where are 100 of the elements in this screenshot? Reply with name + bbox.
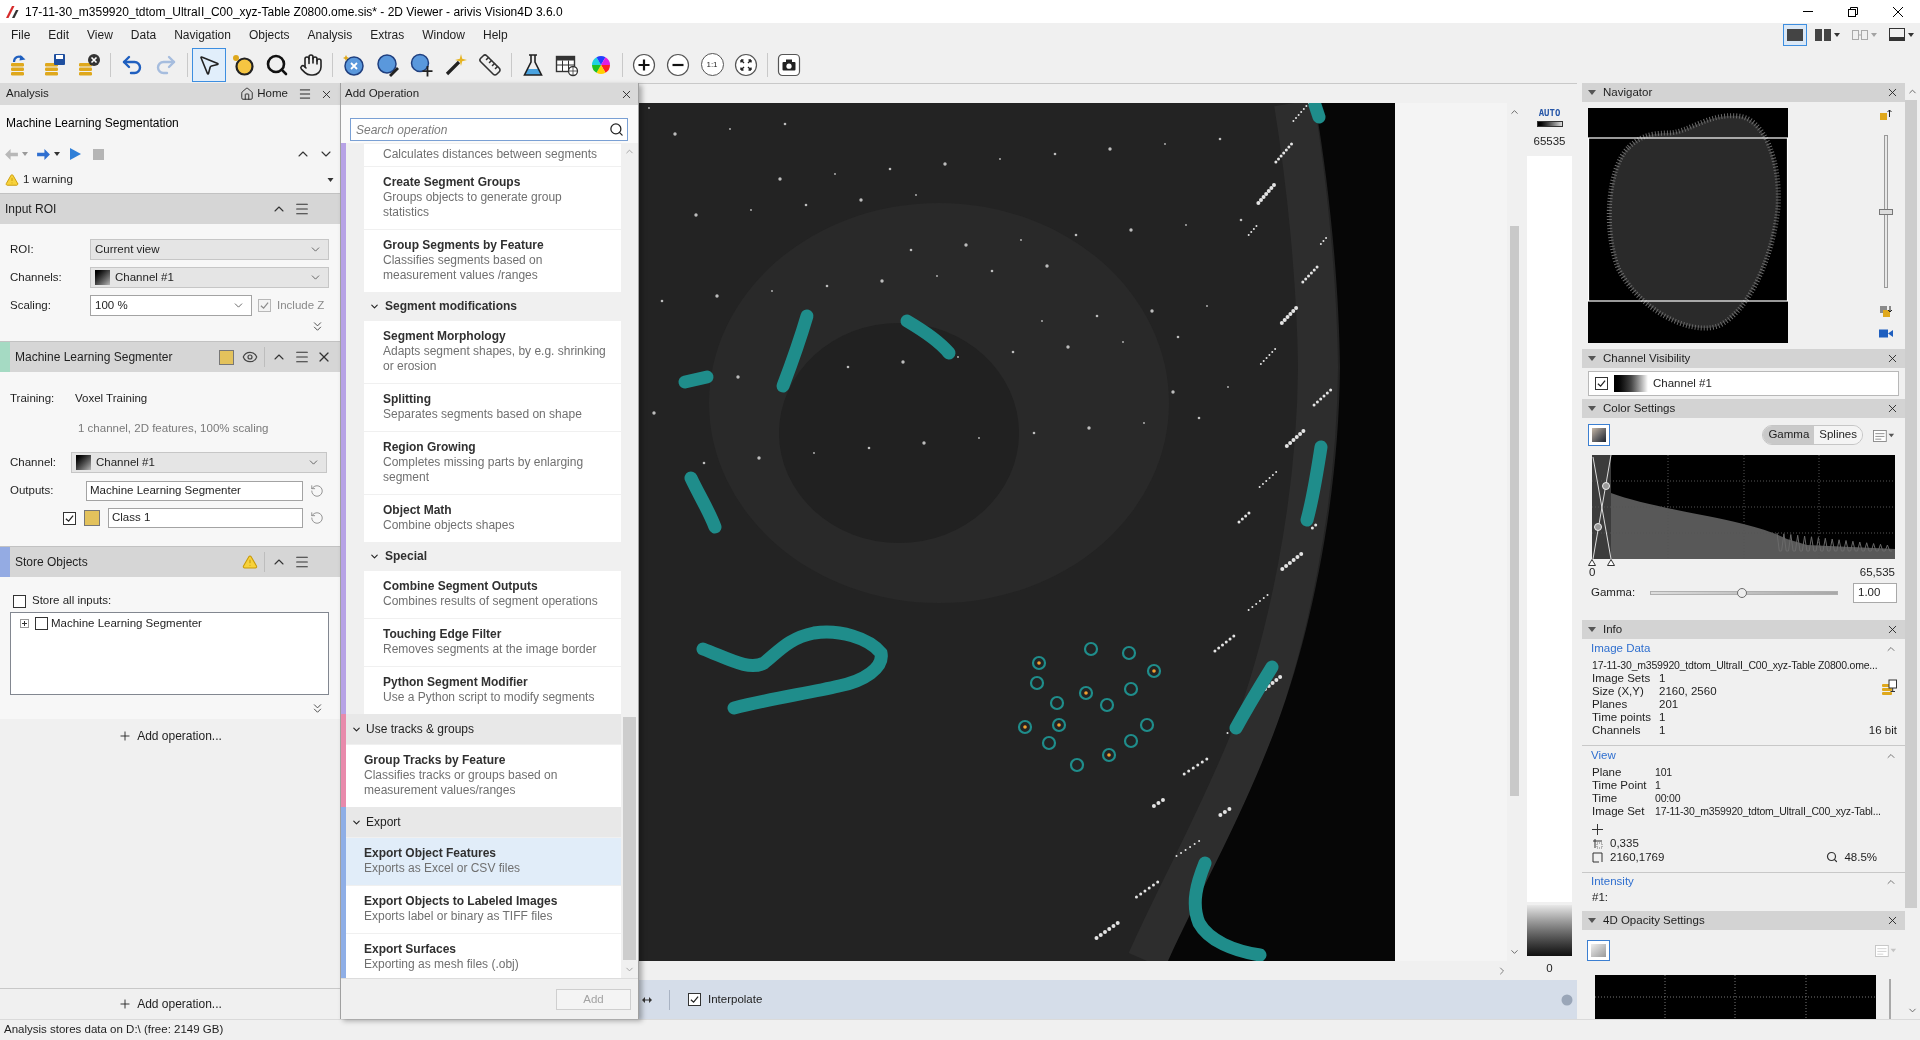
group-header[interactable]: Segment modifications [346, 292, 621, 320]
home-button[interactable]: Home [240, 85, 288, 103]
text-field[interactable]: Machine Learning Segmenter [86, 481, 303, 501]
range-marker-icon[interactable] [1588, 559, 1596, 566]
operation-item[interactable]: Segment Morphology Adapts segment shapes, by e.g. shrinking or erosion [364, 321, 621, 383]
checkbox[interactable] [688, 993, 701, 1006]
menu-item[interactable]: View [78, 23, 122, 46]
auto-button[interactable]: AUTO [1538, 106, 1561, 120]
menu-item[interactable]: Analysis [298, 23, 362, 46]
mode-tab[interactable]: Splines [1814, 426, 1862, 444]
scrollbar-thumb[interactable] [1905, 100, 1917, 908]
close-icon[interactable] [1886, 86, 1899, 99]
close-icon[interactable] [1886, 914, 1899, 927]
layer-up-icon[interactable] [1880, 109, 1892, 121]
operation-item[interactable]: Export Object Features Exports as Excel or CSV files [346, 838, 621, 885]
category-header[interactable]: Export [346, 807, 621, 837]
checkbox[interactable] [1595, 377, 1608, 390]
warning-text[interactable]: 1 warning [23, 171, 73, 189]
caret-icon[interactable] [327, 178, 334, 182]
section-link[interactable]: Intensity [1591, 873, 1634, 891]
group-header[interactable]: Special [346, 542, 621, 570]
toolbar-button[interactable]: 1:1 [695, 47, 729, 82]
arrow-right-icon[interactable] [37, 148, 50, 160]
close-icon[interactable] [1886, 402, 1899, 415]
toolbar-button[interactable] [192, 47, 226, 82]
mode-tab[interactable]: Gamma [1763, 426, 1815, 444]
collapse-triangle-icon[interactable] [1588, 627, 1596, 632]
reset-icon[interactable] [310, 484, 324, 498]
add-operation-button[interactable]: Add operation... [118, 995, 222, 1013]
eye-icon[interactable] [242, 349, 258, 365]
operation-item[interactable]: Object Math Combine objects shapes [364, 495, 621, 542]
search-field[interactable]: Search operation [350, 118, 628, 141]
combo-box[interactable]: 100 % [90, 295, 252, 316]
viewport-frame[interactable] [1588, 137, 1788, 302]
slider-thumb[interactable] [1879, 208, 1893, 215]
slider-thumb[interactable] [1737, 588, 1748, 598]
close-icon[interactable] [1886, 352, 1899, 365]
category-header[interactable]: Use tracks & groups [346, 714, 621, 744]
menu-item[interactable]: Navigation [165, 23, 240, 46]
stack-screen-icon[interactable] [1881, 679, 1897, 695]
operation-item[interactable]: Create Segment Groups Groups objects to generate group statistics [364, 167, 621, 229]
dropdown[interactable]: Channel #1 [90, 267, 329, 288]
menu-icon[interactable] [298, 87, 312, 101]
gamma-value-field[interactable]: 1.00 [1853, 583, 1897, 603]
dropdown[interactable]: Channel #1 [71, 452, 327, 473]
double-arrow-icon[interactable] [642, 996, 652, 1003]
operation-item[interactable]: Group Tracks by Feature Classifies tracks or groups based on measurement values/ranges [346, 745, 621, 807]
operation-item[interactable]: Export Surfaces Exporting as mesh files (.obj) [346, 934, 621, 978]
close-icon[interactable] [1886, 623, 1899, 636]
channel-row[interactable]: Channel #1 [1588, 371, 1899, 396]
operation-item[interactable]: Group Segments by Feature Classifies segments based on measurement values /ranges [364, 230, 621, 292]
menu-item[interactable]: Extras [361, 23, 414, 46]
list-menu-icon[interactable] [1873, 427, 1895, 443]
reset-icon[interactable] [310, 511, 324, 525]
collapse-triangle-icon[interactable] [1588, 356, 1596, 361]
operation-item[interactable]: Touching Edge Filter Removes segments at the image border [364, 619, 621, 666]
scrollbar-thumb[interactable] [1510, 226, 1519, 796]
caret-icon[interactable] [54, 152, 60, 156]
operation-item[interactable]: Export Objects to Labeled Images Exports label or binary as TIFF files [346, 886, 621, 933]
menu-item[interactable]: Help [473, 23, 517, 46]
text-field[interactable]: Class 1 [108, 508, 303, 528]
menu-icon[interactable] [294, 554, 310, 570]
search-icon[interactable] [609, 122, 624, 137]
gamma-slider[interactable] [1650, 587, 1838, 599]
expand-icon[interactable] [20, 619, 29, 628]
collapse-triangle-icon[interactable] [1588, 918, 1596, 923]
dropdown[interactable]: Current view [90, 239, 329, 260]
gradient-button[interactable] [1588, 424, 1610, 446]
operation-item[interactable]: Splitting Separates segments based on shape [364, 384, 621, 431]
operation-item[interactable]: Region Growing Completes missing parts by enlarging segment [364, 432, 621, 494]
menu-icon[interactable] [294, 201, 310, 217]
view-layout-button[interactable] [1783, 23, 1807, 46]
operation-item[interactable]: Calculates distances between segments [364, 144, 621, 166]
menu-icon[interactable] [294, 349, 310, 365]
checkbox[interactable] [63, 511, 76, 525]
operation-item[interactable]: Python Segment Modifier Use a Python script to modify segments [364, 667, 621, 714]
section-link[interactable]: Image Data [1591, 640, 1651, 658]
plane-slider[interactable] [1879, 135, 1893, 288]
menu-item[interactable]: Data [121, 23, 166, 46]
checkbox[interactable] [35, 617, 48, 630]
add-operation-button[interactable]: Add operation... [118, 726, 222, 745]
curve-handle[interactable] [1594, 523, 1602, 531]
operation-title: Region Growing [383, 439, 477, 455]
menu-item[interactable]: File [2, 23, 40, 46]
scrollbar-thumb[interactable] [623, 717, 636, 960]
menu-item[interactable]: Window [413, 23, 474, 46]
section-link[interactable]: View [1591, 747, 1616, 765]
collapse-triangle-icon[interactable] [1588, 90, 1596, 95]
menu-item[interactable]: Objects [239, 23, 299, 46]
play-icon[interactable] [70, 148, 81, 160]
operation-item[interactable]: Combine Segment Outputs Combines results of segment operations [364, 571, 621, 618]
curve-handle[interactable] [1602, 482, 1610, 490]
checkbox[interactable] [13, 594, 26, 608]
menu-item[interactable]: Edit [39, 23, 79, 46]
stack-x-icon [77, 52, 101, 77]
layer-down-icon[interactable] [1880, 305, 1892, 317]
color-swatch-icon[interactable] [84, 510, 100, 526]
tree-item[interactable]: Machine Learning Segmenter [51, 614, 202, 633]
collapse-triangle-icon[interactable] [1588, 406, 1596, 411]
video-camera-icon[interactable] [1879, 329, 1893, 338]
